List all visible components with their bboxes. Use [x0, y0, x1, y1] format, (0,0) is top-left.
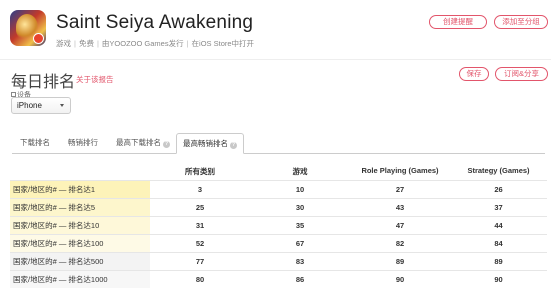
table-cell: 80: [195, 275, 205, 284]
column-header: Role Playing (Games): [361, 166, 439, 175]
table-cell: 43: [395, 203, 405, 212]
table-cell: 31: [195, 221, 205, 230]
meta-separator: |: [186, 39, 189, 48]
tab-top-grossing-rank[interactable]: 最高畅销排名?: [176, 133, 244, 154]
save-button[interactable]: 保存: [459, 67, 489, 81]
tab-top-download-label: 最高下载排名: [116, 138, 161, 147]
about-report-link[interactable]: 关于该报告: [76, 74, 114, 85]
table-cell: 77: [195, 257, 205, 266]
column-header: 游戏: [292, 167, 308, 176]
device-select-value: iPhone: [17, 101, 42, 110]
app-title: Saint Seiya Awakening: [56, 12, 254, 33]
table-cell: 89: [395, 257, 405, 266]
table-cell: 37: [494, 203, 503, 212]
app-meta-publisher[interactable]: 由YOOZOO Games发行: [102, 39, 184, 48]
table-cell: 35: [295, 221, 305, 230]
table-cell: 67: [295, 239, 305, 248]
table-cell: 26: [494, 185, 503, 194]
table-row: 国家/地区的# — 排名达5 25 30 43 37: [10, 198, 547, 216]
app-icon-badge: [33, 33, 44, 44]
row-label: 国家/地区的# — 排名达1: [10, 181, 150, 198]
table-cell: 84: [494, 239, 503, 248]
app-meta-store-link[interactable]: 在iOS Store中打开: [192, 39, 255, 48]
row-label: 国家/地区的# — 排名达10: [10, 217, 150, 234]
row-label: 国家/地区的# — 排名达5: [10, 199, 150, 216]
table-cell: 82: [395, 239, 405, 248]
table-cell: 3: [197, 185, 203, 194]
table-cell: 44: [494, 221, 503, 230]
table-cell: 86: [295, 275, 305, 284]
tab-download-rank[interactable]: 下载排名: [20, 133, 50, 154]
table-row: 国家/地区的# — 排名达500 77 83 89 89: [10, 252, 547, 270]
table-row: 国家/地区的# — 排名达100 52 67 82 84: [10, 234, 547, 252]
app-meta-price: 免费: [78, 39, 94, 48]
table-cell: 83: [295, 257, 305, 266]
help-icon[interactable]: ?: [163, 141, 170, 148]
app-icon: [10, 10, 46, 46]
ranking-tabs: 下载排名 畅销排行 最高下载排名? 最高畅销排名?: [12, 133, 545, 154]
subscribe-share-button[interactable]: 订阅&分享: [495, 67, 548, 81]
add-to-group-button[interactable]: 添加至分组: [494, 15, 548, 29]
table-cell: 89: [494, 257, 503, 266]
table-cell: 27: [395, 185, 405, 194]
table-cell: 30: [295, 203, 305, 212]
table-cell: 52: [195, 239, 205, 248]
table-cell: 25: [195, 203, 205, 212]
table-row: 国家/地区的# — 排名达1000 80 86 90 90: [10, 270, 547, 288]
row-label: 国家/地区的# — 排名达1000: [10, 271, 150, 288]
table-cell: 90: [494, 275, 503, 284]
tab-top-download-rank[interactable]: 最高下载排名?: [116, 133, 170, 154]
row-label: 国家/地区的# — 排名达500: [10, 253, 150, 270]
table-cell: 90: [395, 275, 405, 284]
row-label: 国家/地区的# — 排名达100: [10, 235, 150, 252]
help-icon[interactable]: ?: [230, 142, 237, 149]
table-row: 国家/地区的# — 排名达1 3 10 27 26: [10, 180, 547, 198]
table-header: 所有类别 游戏 Role Playing (Games) Strategy (G…: [10, 163, 547, 181]
tabs-divider: [12, 153, 545, 154]
device-select[interactable]: iPhone: [11, 97, 71, 114]
app-meta-category[interactable]: 游戏: [56, 39, 71, 48]
create-alert-button[interactable]: 创建提醒: [429, 15, 487, 29]
tab-grossing-rank[interactable]: 畅销排行: [68, 133, 98, 154]
app-meta: 游戏 | 免费 | 由YOOZOO Games发行 | 在iOS Store中打开: [56, 38, 254, 49]
table-row: 国家/地区的# — 排名达10 31 35 47 44: [10, 216, 547, 234]
header-divider: [0, 59, 551, 60]
table-cell: 47: [395, 221, 405, 230]
column-header: Strategy (Games): [467, 166, 530, 175]
meta-separator: |: [96, 39, 99, 48]
table-cell: 10: [295, 185, 305, 194]
chevron-down-icon: [60, 104, 64, 107]
column-header: 所有类别: [185, 167, 215, 176]
meta-separator: |: [74, 39, 76, 48]
tab-top-grossing-label: 最高畅销排名: [183, 139, 228, 148]
page-title: 每日排名: [11, 74, 76, 91]
